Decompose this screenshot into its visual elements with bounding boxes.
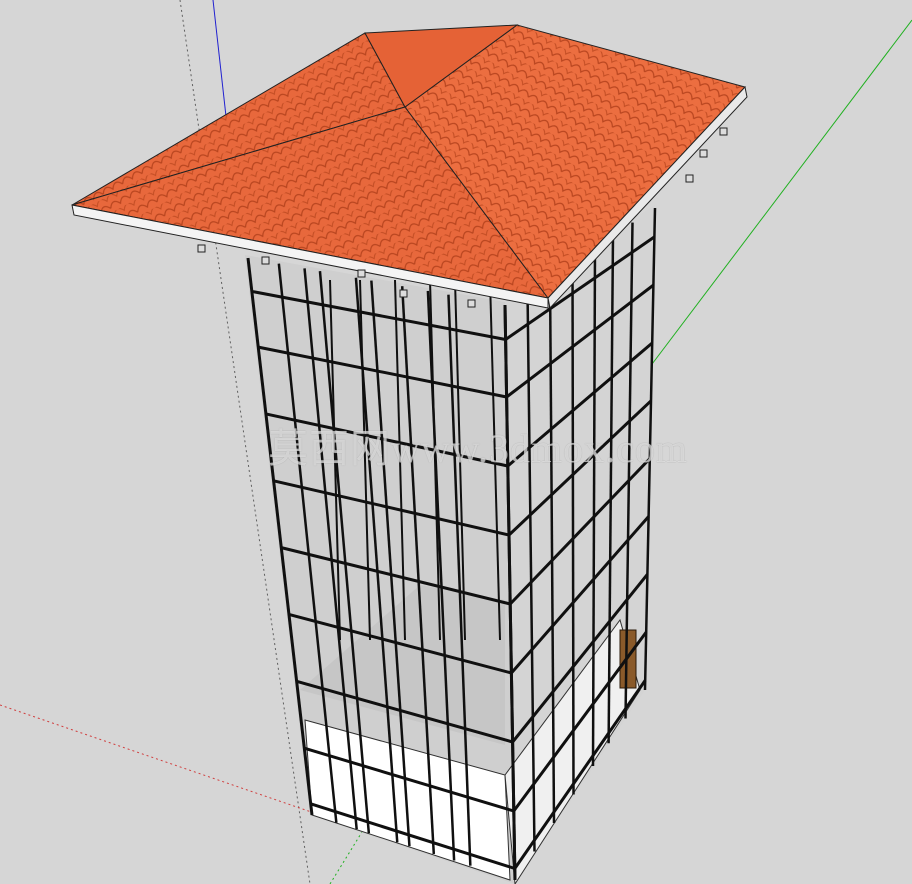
gutter-bracket [699, 149, 708, 158]
gutter-bracket [357, 269, 366, 278]
sketchup-viewport[interactable]: 莫西网www.3dmox.com [0, 0, 912, 884]
gutter-bracket [197, 244, 206, 253]
gutter-bracket [467, 299, 476, 308]
gutter-bracket [261, 256, 270, 265]
3d-model-scene[interactable] [0, 0, 912, 884]
tower-body [245, 205, 657, 884]
red-axis-dotted [0, 704, 321, 816]
gutter-bracket [719, 127, 728, 136]
frame-post-right [571, 261, 575, 795]
gutter-bracket [685, 174, 694, 183]
gutter-bracket [399, 289, 408, 298]
